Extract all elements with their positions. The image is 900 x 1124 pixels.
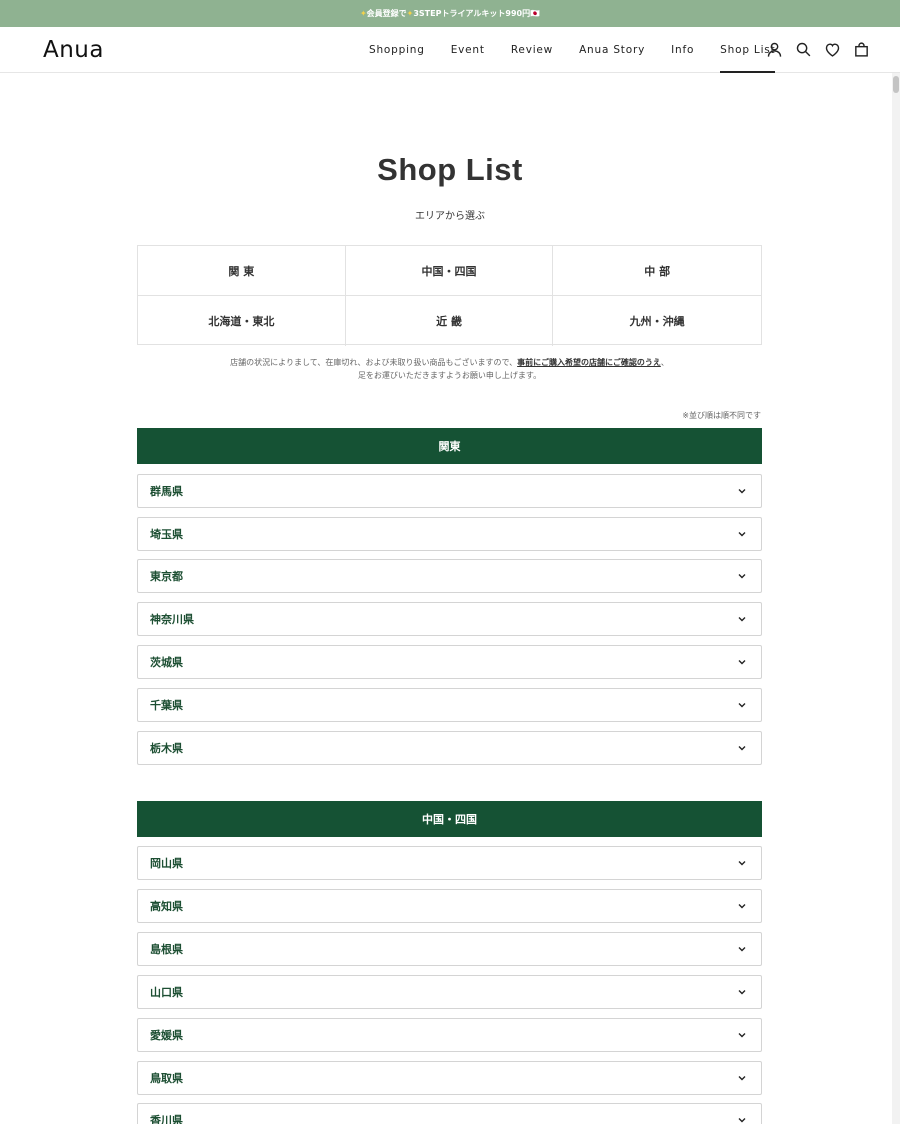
notice-text-line2: 足をお運びいただきますようお願い申し上げます。	[357, 371, 542, 380]
prefecture-item[interactable]: 山口県	[137, 975, 762, 1009]
stock-notice: 店舗の状況によりまして、在庫切れ、および未取り扱い商品もございますので、事前にご…	[137, 356, 762, 382]
prefecture-name: 岡山県	[150, 857, 183, 870]
page-title: Shop List	[377, 152, 523, 187]
chevron-down-icon	[738, 660, 746, 665]
prefecture-item[interactable]: 神奈川県	[137, 602, 762, 636]
chevron-down-icon	[738, 489, 746, 494]
chevron-down-icon	[738, 861, 746, 866]
region-header-chugoku-shikoku: 中国・四国	[137, 801, 762, 837]
area-kyushu-okinawa[interactable]: 九州・沖縄	[553, 296, 761, 346]
chevron-down-icon	[738, 1076, 746, 1081]
area-kanto[interactable]: 関 東	[138, 246, 346, 296]
main-nav: Shopping Event Review Anua Story Info Sh…	[369, 27, 801, 73]
notice-punct: 、	[660, 358, 669, 367]
nav-anua-story[interactable]: Anua Story	[579, 27, 645, 73]
wishlist-heart-icon[interactable]	[824, 41, 841, 58]
chevron-down-icon	[738, 947, 746, 952]
prefecture-name: 群馬県	[150, 485, 183, 498]
prefecture-item[interactable]: 高知県	[137, 889, 762, 923]
area-subtitle: エリアから選ぶ	[415, 211, 485, 222]
sparkle-icon: ✦	[406, 9, 414, 18]
area-chubu[interactable]: 中 部	[553, 246, 761, 296]
cart-bag-icon[interactable]	[853, 41, 870, 58]
scrollbar-thumb[interactable]	[893, 76, 899, 93]
region-header-kanto: 関東	[137, 428, 762, 464]
prefecture-name: 香川県	[150, 1114, 183, 1124]
prefecture-name: 茨城県	[150, 656, 183, 669]
account-icon[interactable]	[766, 41, 783, 58]
prefecture-name: 埼玉県	[150, 528, 183, 541]
prefecture-item[interactable]: 埼玉県	[137, 517, 762, 551]
sparkle-icon: ✦	[359, 9, 367, 18]
header-icons	[766, 41, 870, 58]
prefecture-item[interactable]: 群馬県	[137, 474, 762, 508]
nav-review[interactable]: Review	[511, 27, 553, 73]
prefecture-item[interactable]: 愛媛県	[137, 1018, 762, 1052]
notice-text: 店舗の状況によりまして、在庫切れ、および未取り扱い商品もございますので、	[230, 358, 518, 367]
prefecture-name: 栃木県	[150, 742, 183, 755]
prefecture-name: 高知県	[150, 900, 183, 913]
notice-emphasis: 事前にご購入希望の店舗にご確認のうえ	[517, 358, 661, 367]
prefecture-item[interactable]: 鳥取県	[137, 1061, 762, 1095]
announcement-offer: 3STEPトライアルキット990円	[413, 9, 531, 18]
prefecture-name: 愛媛県	[150, 1029, 183, 1042]
nav-event[interactable]: Event	[451, 27, 485, 73]
prefecture-item[interactable]: 東京都	[137, 559, 762, 593]
prefecture-item[interactable]: 栃木県	[137, 731, 762, 765]
chevron-down-icon	[738, 703, 746, 708]
chevron-down-icon	[738, 617, 746, 622]
prefecture-name: 島根県	[150, 943, 183, 956]
prefecture-item[interactable]: 香川県	[137, 1103, 762, 1124]
brand-logo[interactable]: Anua	[43, 37, 104, 63]
flag-icon: 🇯🇵	[530, 9, 541, 18]
page-scrollbar[interactable]	[892, 73, 900, 1124]
prefecture-name: 鳥取県	[150, 1072, 183, 1085]
prefecture-name: 東京都	[150, 570, 183, 583]
chevron-down-icon	[738, 904, 746, 909]
nav-info[interactable]: Info	[671, 27, 694, 73]
prefecture-name: 千葉県	[150, 699, 183, 712]
prefecture-item[interactable]: 千葉県	[137, 688, 762, 722]
announcement-text: 会員登録で	[366, 9, 407, 18]
area-chugoku-shikoku[interactable]: 中国・四国	[345, 246, 554, 296]
chevron-down-icon	[738, 1033, 746, 1038]
area-selector-grid: 関 東 中国・四国 中 部 北海道・東北 近 畿 九州・沖縄	[137, 245, 762, 346]
chevron-down-icon	[738, 532, 746, 537]
area-hokkaido-tohoku[interactable]: 北海道・東北	[138, 296, 346, 346]
announcement-bar[interactable]: ✦ 会員登録で ✦ 3STEPトライアルキット990円 🇯🇵	[0, 0, 900, 27]
prefecture-item[interactable]: 岡山県	[137, 846, 762, 880]
site-header: Anua Shopping Event Review Anua Story In…	[0, 27, 900, 73]
prefecture-item[interactable]: 茨城県	[137, 645, 762, 679]
prefecture-name: 山口県	[150, 986, 183, 999]
chevron-down-icon	[738, 574, 746, 579]
nav-shopping[interactable]: Shopping	[369, 27, 425, 73]
search-icon[interactable]	[795, 41, 812, 58]
chevron-down-icon	[738, 1118, 746, 1123]
chevron-down-icon	[738, 746, 746, 751]
prefecture-name: 神奈川県	[150, 613, 194, 626]
area-kinki[interactable]: 近 畿	[346, 296, 554, 346]
chevron-down-icon	[738, 990, 746, 995]
prefecture-item[interactable]: 島根県	[137, 932, 762, 966]
sort-order-note: ※並び順は順不同です	[682, 411, 761, 420]
